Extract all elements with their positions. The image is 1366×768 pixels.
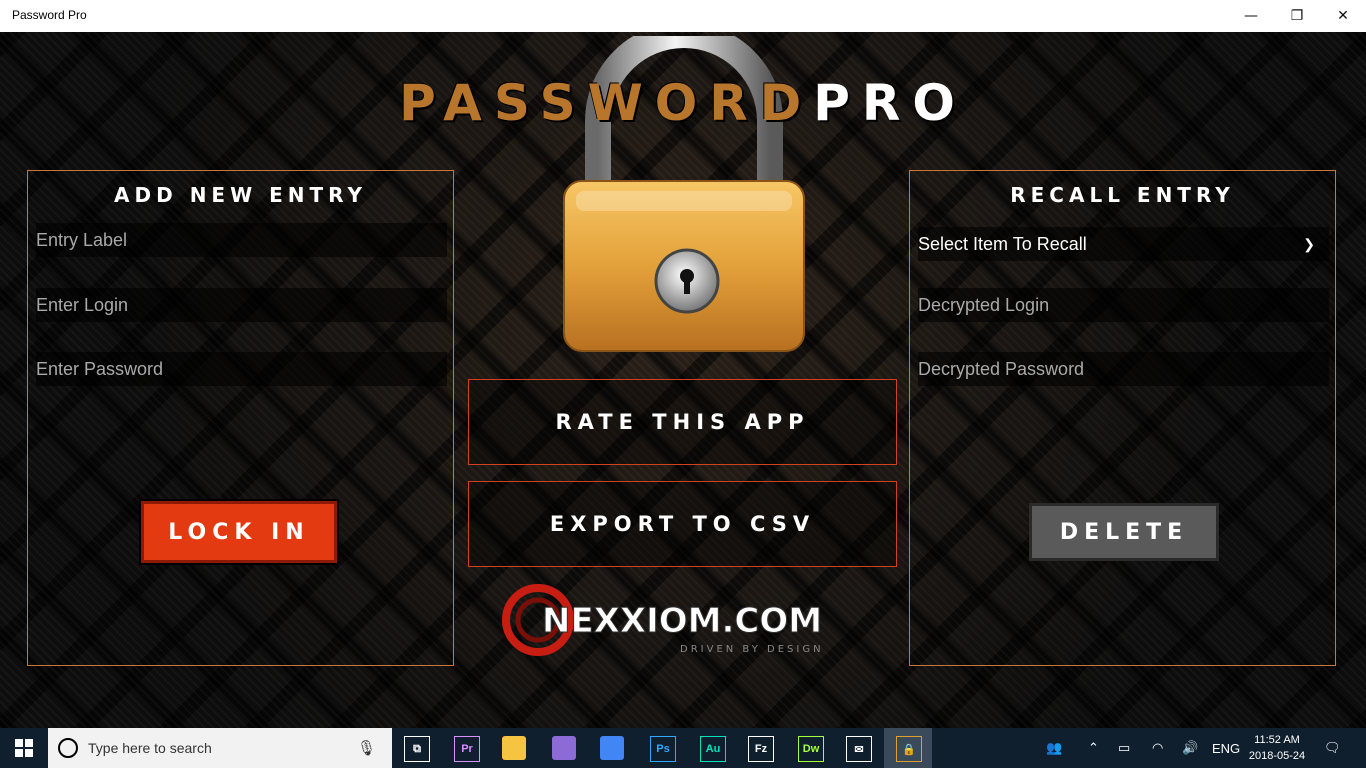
brand-name: NEXXIOM.COM	[542, 601, 822, 641]
clock[interactable]: 11:52 AM 2018-05-24	[1246, 732, 1308, 764]
logo-part-password: PASSWORD	[399, 74, 814, 132]
cortana-icon	[58, 738, 78, 758]
clock-time: 11:52 AM	[1254, 734, 1300, 746]
window-title: Password Pro	[12, 8, 87, 22]
mail-icon[interactable]: ✉	[846, 736, 872, 762]
recall-entry-heading: RECALL ENTRY	[1010, 183, 1235, 207]
task-view-icon[interactable]: ⧉	[404, 736, 430, 762]
login-placeholder: Enter Login	[36, 295, 129, 315]
decrypted-password-field[interactable]: Decrypted Password	[918, 352, 1329, 386]
rate-app-button[interactable]: RATE THIS APP	[468, 379, 897, 465]
filezilla-icon[interactable]: Fz	[748, 736, 774, 762]
microphone-icon[interactable]: 🎙	[357, 739, 376, 757]
dreamweaver-icon[interactable]: Dw	[798, 736, 824, 762]
chevron-up-icon[interactable]: ⌃	[1088, 728, 1099, 768]
decrypted-login-field[interactable]: Decrypted Login	[918, 288, 1329, 322]
people-icon[interactable]: 👥	[1046, 728, 1062, 768]
wifi-icon[interactable]: ◠	[1152, 728, 1163, 768]
taskbar: Type here to search 🎙 ⧉ Pr Ps Au Fz Dw ✉ 🔒 👥 ⌃ …	[0, 728, 1366, 768]
delete-button[interactable]: DELETE	[1029, 503, 1219, 561]
lock-in-button[interactable]: LOCK IN	[141, 501, 337, 563]
close-button[interactable]: ✕	[1320, 0, 1366, 32]
chrome-icon[interactable]	[600, 736, 624, 760]
password-input[interactable]: Enter Password	[36, 352, 447, 386]
app-logo: PASSWORDPRO	[0, 74, 1366, 132]
logo-part-pro: PRO	[813, 74, 967, 132]
language-indicator[interactable]: ENG	[1212, 728, 1240, 768]
entry-label-placeholder: Entry Label	[36, 230, 128, 250]
clock-date: 2018-05-24	[1248, 750, 1306, 762]
app-content: PASSWORDPRO ADD NEW ENTRY Entry Label En…	[0, 32, 1366, 728]
volume-icon[interactable]: 🔊	[1182, 728, 1198, 768]
battery-icon[interactable]: ▭	[1118, 728, 1130, 768]
entry-label-input[interactable]: Entry Label	[36, 223, 447, 257]
add-entry-heading: ADD NEW ENTRY	[114, 183, 367, 207]
nexxiom-logo[interactable]: NEXXIOM.COM DRIVEN BY DESIGN	[500, 580, 860, 660]
notifications-icon[interactable]: 🗨	[1324, 728, 1341, 768]
add-entry-panel: ADD NEW ENTRY Entry Label Enter Login En…	[27, 170, 454, 666]
title-bar: Password Pro — ❐ ✕	[0, 0, 1366, 32]
chevron-down-icon: ❯	[1303, 236, 1315, 252]
decrypted-login-placeholder: Decrypted Login	[918, 295, 1050, 315]
file-explorer-icon[interactable]	[502, 736, 526, 760]
start-button[interactable]	[0, 728, 48, 768]
password-pro-icon[interactable]: 🔒	[896, 736, 922, 762]
audition-icon[interactable]: Au	[700, 736, 726, 762]
maximize-button[interactable]: ❐	[1274, 0, 1320, 32]
recall-select-value: Select Item To Recall	[918, 234, 1087, 254]
windows-icon	[15, 739, 33, 757]
password-placeholder: Enter Password	[36, 359, 164, 379]
taskbar-search-box[interactable]: Type here to search 🎙	[48, 728, 392, 768]
export-csv-button[interactable]: EXPORT TO CSV	[468, 481, 897, 567]
photoshop-icon[interactable]: Ps	[650, 736, 676, 762]
brand-tagline: DRIVEN BY DESIGN	[680, 644, 824, 655]
visual-studio-icon[interactable]	[552, 736, 576, 760]
recall-item-select[interactable]: Select Item To Recall ❯	[918, 227, 1329, 261]
minimize-button[interactable]: —	[1228, 0, 1274, 32]
recall-entry-panel: RECALL ENTRY Select Item To Recall ❯ Dec…	[909, 170, 1336, 666]
search-placeholder: Type here to search	[88, 740, 212, 756]
decrypted-password-placeholder: Decrypted Password	[918, 359, 1085, 379]
login-input[interactable]: Enter Login	[36, 288, 447, 322]
premiere-icon[interactable]: Pr	[454, 736, 480, 762]
